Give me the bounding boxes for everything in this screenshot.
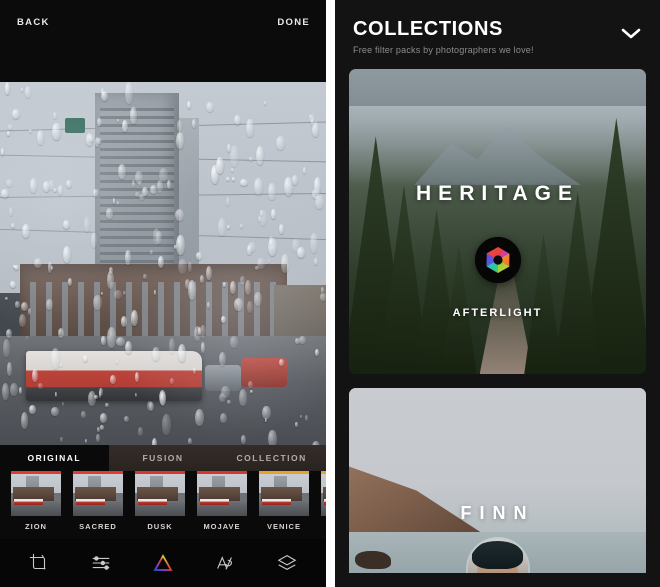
layers-icon[interactable] xyxy=(270,546,304,580)
filter-thumbnail[interactable]: ZION xyxy=(11,471,61,531)
editor-topbar: BACK DONE xyxy=(0,0,326,82)
collection-card-finn[interactable]: FINN xyxy=(349,388,646,573)
filter-preview-image xyxy=(11,471,61,516)
filter-preview-image xyxy=(321,471,326,516)
filter-thumbnail[interactable]: DUSK xyxy=(135,471,185,531)
filters-prism-icon[interactable] xyxy=(146,546,180,580)
card-brand-label: AFTERLIGHT xyxy=(452,306,543,319)
filter-thumbnail[interactable]: SACRED xyxy=(73,471,123,531)
tab-original[interactable]: ORIGINAL xyxy=(0,445,109,471)
filter-mini-scene xyxy=(321,474,326,516)
app-root: BACK DONE ORIGINAL FUSION COLLECTION ZIO… xyxy=(0,0,660,587)
filter-label: MOJAVE xyxy=(203,522,241,531)
filter-mini-scene xyxy=(259,474,309,516)
filter-preview-image xyxy=(73,471,123,516)
collection-card-heritage[interactable]: HERITAGE AFTERLIGHT xyxy=(349,69,646,374)
filter-preview-image xyxy=(135,471,185,516)
filter-mini-scene xyxy=(73,474,123,516)
filter-label: ZION xyxy=(25,522,47,531)
page-title: COLLECTIONS xyxy=(353,18,503,40)
filter-label: SACRED xyxy=(79,522,117,531)
collections-panel: COLLECTIONS Free filter packs by photogr… xyxy=(335,0,660,587)
filter-thumbnail-strip[interactable]: ZION SACRED DUSK MOJAVE VENICE VEIL xyxy=(0,471,326,539)
aperture-hexagon-icon xyxy=(474,236,521,283)
avatar-hair xyxy=(472,541,523,569)
filter-preview-image xyxy=(197,471,247,516)
filter-preview-image xyxy=(259,471,309,516)
photo-editor-panel: BACK DONE ORIGINAL FUSION COLLECTION ZIO… xyxy=(0,0,326,587)
editor-toolbar xyxy=(0,539,326,587)
card-title: FINN xyxy=(460,502,535,523)
text-tool-icon[interactable] xyxy=(208,546,242,580)
tab-fusion[interactable]: FUSION xyxy=(108,445,218,471)
filter-thumbnail[interactable]: MOJAVE xyxy=(197,471,247,531)
filter-mini-scene xyxy=(197,474,247,516)
filter-label: VEIL xyxy=(321,522,326,531)
crop-rotate-icon[interactable] xyxy=(22,546,56,580)
card-title: HERITAGE xyxy=(416,181,579,205)
filter-thumbnail[interactable]: VEIL xyxy=(321,471,326,531)
tab-collection[interactable]: COLLECTION xyxy=(217,445,326,471)
filter-mini-scene xyxy=(135,474,185,516)
filter-label: DUSK xyxy=(147,522,173,531)
collections-header: COLLECTIONS Free filter packs by photogr… xyxy=(335,0,660,55)
filter-category-tabs: ORIGINAL FUSION COLLECTION xyxy=(0,445,326,471)
filter-mini-scene xyxy=(11,474,61,516)
adjustments-sliders-icon[interactable] xyxy=(84,546,118,580)
rain-blur-overlay xyxy=(0,82,326,445)
back-button[interactable]: BACK xyxy=(17,17,50,28)
filter-label: VENICE xyxy=(267,522,301,531)
panel-divider xyxy=(326,0,335,587)
photo-preview[interactable] xyxy=(0,82,326,445)
done-button[interactable]: DONE xyxy=(277,17,310,28)
brand-badge-wrap xyxy=(349,236,646,288)
photo-image xyxy=(0,82,326,445)
page-subtitle: Free filter packs by photographers we lo… xyxy=(353,45,534,55)
shore-rock xyxy=(354,550,391,570)
filter-thumbnail[interactable]: VENICE xyxy=(259,471,309,531)
chevron-down-icon[interactable] xyxy=(620,26,642,40)
